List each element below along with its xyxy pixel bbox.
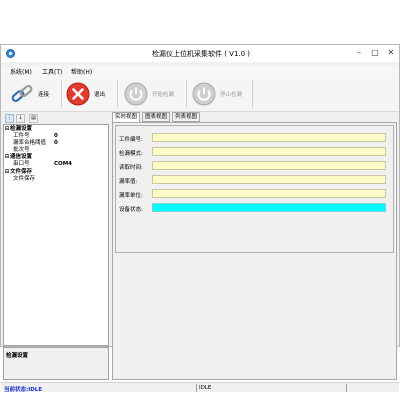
- power-icon: [192, 82, 216, 106]
- description-title: 检漏设置: [6, 353, 29, 359]
- menu-tools[interactable]: 工具(T): [42, 67, 62, 76]
- maximize-icon[interactable]: □: [370, 48, 380, 58]
- leak-rate-field[interactable]: [152, 175, 386, 184]
- category-row[interactable]: ⊟文件保存: [4, 169, 108, 176]
- read-time-field[interactable]: [152, 161, 386, 170]
- connect-label: 连接: [38, 92, 50, 98]
- property-name: 工件号: [13, 133, 30, 139]
- stop-label: 停止检漏: [220, 92, 243, 98]
- tab-list[interactable]: 列表视图: [172, 112, 201, 122]
- category-label: 通信设置: [10, 154, 33, 160]
- realtime-panel: 工件编号: 检漏模式: 读取时间: 漏率值: 漏率单位: 设备状态:: [112, 122, 397, 380]
- property-row[interactable]: 批次号: [4, 147, 108, 154]
- field-label: 工件编号:: [119, 137, 143, 143]
- current-state-text: 当前状态:IDLE: [4, 387, 43, 393]
- property-grid: ⊟检漏设置 工件号 0 漏率合格阈值 0 批次号 ⊟通信设置 串口号 COM4 …: [3, 124, 109, 346]
- leak-mode-field[interactable]: [152, 147, 386, 156]
- toolbar-separator: [186, 80, 187, 108]
- property-value[interactable]: 0: [54, 140, 58, 147]
- property-value[interactable]: COM4: [54, 161, 72, 168]
- property-row[interactable]: 串口号 COM4: [4, 161, 108, 168]
- tab-chart[interactable]: 图表视图: [142, 112, 171, 122]
- property-name: 串口号: [13, 161, 30, 167]
- sort-alpha-icon[interactable]: ↓: [16, 114, 25, 123]
- property-row[interactable]: 文件保存: [4, 176, 108, 183]
- link-icon: [11, 84, 33, 103]
- start-label: 开始检漏: [152, 92, 175, 98]
- power-icon: [124, 82, 148, 106]
- field-label: 设备状态:: [119, 207, 143, 213]
- menu-help[interactable]: 帮助(H): [71, 67, 92, 76]
- category-label: 文件保存: [10, 169, 33, 175]
- field-label: 读取时间:: [119, 165, 143, 171]
- category-row[interactable]: ⊟通信设置: [4, 154, 108, 161]
- field-label: 漏率值:: [119, 179, 138, 185]
- toolbar-separator: [61, 80, 62, 108]
- propgrid-toolbar: ⋮ ↓ ▤: [3, 113, 109, 124]
- exit-button[interactable]: 退出: [65, 79, 105, 109]
- property-pages-icon[interactable]: ▤: [29, 114, 38, 123]
- stop-button[interactable]: 停止检漏: [191, 79, 242, 109]
- property-name: 文件保存: [13, 176, 36, 182]
- close-circle-icon: [66, 82, 90, 106]
- data-group: 工件编号: 检漏模式: 读取时间: 漏率值: 漏率单位: 设备状态:: [115, 125, 394, 253]
- field-label: 漏率单位:: [119, 193, 143, 199]
- property-row[interactable]: 工件号 0: [4, 133, 108, 140]
- app-icon: [6, 49, 15, 58]
- toolbar-separator: [117, 80, 118, 108]
- toolbar-separator: [252, 80, 253, 108]
- device-status-field[interactable]: [152, 203, 386, 212]
- category-label: 检漏设置: [10, 126, 33, 132]
- leak-unit-field[interactable]: [152, 189, 386, 198]
- state-text: IDLE: [199, 385, 212, 391]
- close-icon[interactable]: ✕: [386, 48, 396, 58]
- toolbar: 连接 退出 开始检漏 停止检漏: [1, 76, 399, 112]
- property-description: 检漏设置: [3, 347, 109, 380]
- title-bar: 检漏仪上位机采集软件 ( V1.0 ) – □ ✕: [1, 45, 399, 62]
- field-label: 检漏模式:: [119, 151, 143, 157]
- category-row[interactable]: ⊟检漏设置: [4, 126, 108, 133]
- connect-button[interactable]: 连接: [9, 79, 49, 109]
- menu-bar: 系统(M) 工具(T) 帮助(H): [1, 65, 399, 76]
- property-value[interactable]: 0: [54, 133, 58, 140]
- menu-system[interactable]: 系统(M): [10, 67, 32, 76]
- status-divider: [346, 384, 347, 392]
- minimize-icon[interactable]: –: [354, 48, 364, 58]
- window-title: 检漏仪上位机采集软件 ( V1.0 ): [151, 50, 251, 58]
- property-row[interactable]: 漏率合格阈值 0: [4, 140, 108, 147]
- property-name: 批次号: [13, 147, 30, 153]
- property-name: 漏率合格阈值: [13, 140, 47, 146]
- status-divider: [196, 384, 197, 392]
- start-button[interactable]: 开始检漏: [123, 79, 174, 109]
- status-bar: 当前状态:IDLE IDLE: [1, 382, 399, 393]
- exit-label: 退出: [94, 92, 106, 98]
- categorized-icon[interactable]: ⋮: [5, 114, 14, 123]
- workpiece-no-field[interactable]: [152, 133, 386, 142]
- app-window: 检漏仪上位机采集软件 ( V1.0 ) – □ ✕ 系统(M) 工具(T) 帮助…: [0, 44, 400, 393]
